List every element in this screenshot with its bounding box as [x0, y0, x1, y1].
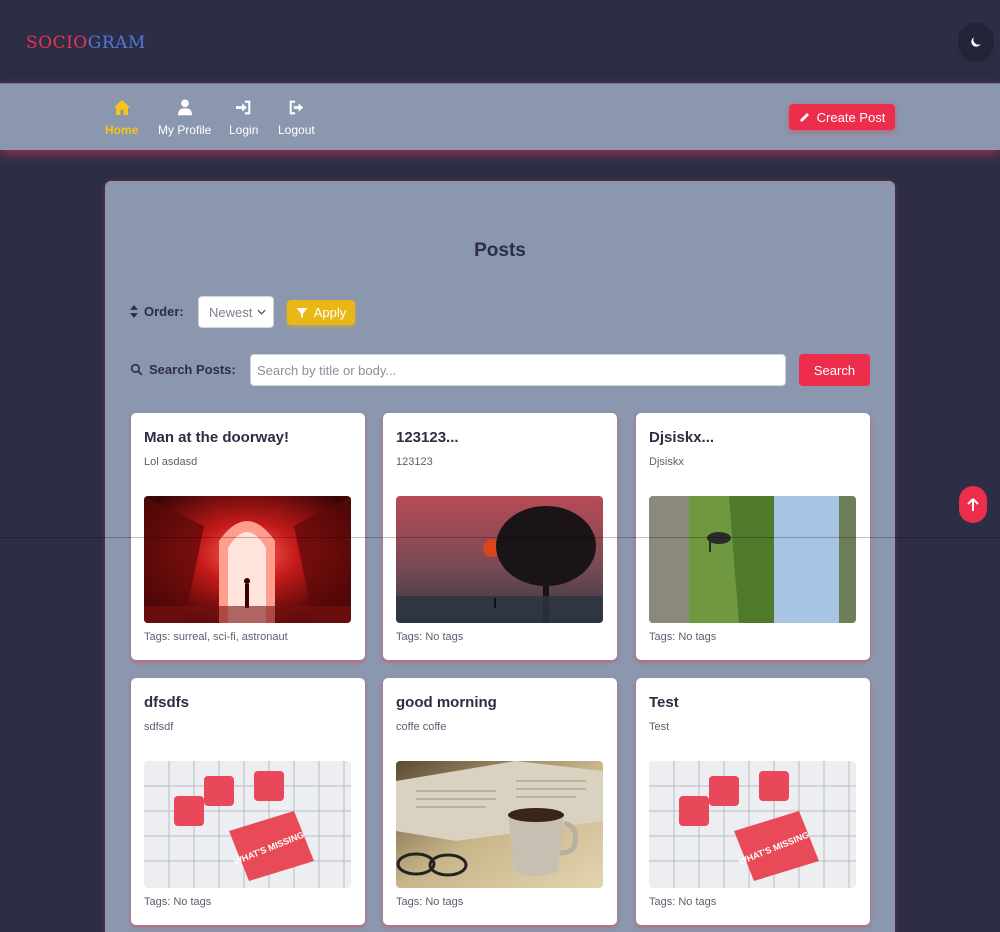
post-body: Test: [649, 721, 670, 733]
post-image[interactable]: [396, 761, 603, 888]
post-card[interactable]: dfsdfs sdfsdf WHAT'S MISSING Tags: No ta…: [131, 678, 365, 925]
nav-bar: Home My Profile Login Logout Create Post: [0, 83, 1000, 150]
nav-label-home: Home: [105, 123, 139, 137]
logo-part-1: SOCIO: [26, 33, 88, 53]
post-image[interactable]: WHAT'S MISSING: [144, 761, 351, 888]
nav-item-home[interactable]: Home: [105, 97, 138, 137]
post-image[interactable]: [144, 496, 351, 623]
order-select[interactable]: Newest: [198, 296, 274, 328]
nav-item-my-profile[interactable]: My Profile: [158, 97, 211, 137]
moon-icon: [971, 37, 981, 47]
create-post-label: Create Post: [816, 109, 886, 125]
post-body: Lol asdasd: [144, 456, 198, 468]
app-logo[interactable]: SOCIOGRAM: [26, 33, 146, 53]
post-title[interactable]: dfsdfs: [144, 694, 189, 711]
post-tags: Tags: surreal, sci-fi, astronaut: [144, 631, 288, 643]
apply-button[interactable]: Apply: [287, 300, 355, 325]
post-card[interactable]: good morning coffe coffe Tags: No tags: [383, 678, 617, 925]
post-title[interactable]: good morning: [396, 694, 497, 711]
posts-panel: Posts Order: Newest Apply Search Posts: …: [105, 181, 895, 932]
page-title: Posts: [474, 240, 526, 261]
logout-icon: [288, 97, 305, 117]
post-image[interactable]: [649, 496, 856, 623]
post-image[interactable]: WHAT'S MISSING: [649, 761, 856, 888]
login-icon: [235, 97, 252, 117]
search-button[interactable]: Search: [799, 354, 870, 386]
top-bar: SOCIOGRAM: [0, 0, 1000, 83]
search-label: Search Posts:: [130, 362, 236, 377]
post-title[interactable]: Man at the doorway!: [144, 429, 289, 446]
apply-label: Apply: [313, 305, 347, 320]
theme-toggle-button[interactable]: [958, 22, 994, 62]
search-icon: [130, 363, 143, 376]
search-label-text: Search Posts:: [149, 362, 236, 377]
filter-icon: [296, 307, 308, 318]
scroll-to-top-button[interactable]: [959, 486, 987, 523]
post-body: coffe coffe: [396, 721, 447, 733]
post-body: sdfsdf: [144, 721, 174, 733]
nav-label-logout: Logout: [278, 123, 315, 137]
pencil-icon: [800, 113, 809, 122]
sort-icon: [130, 305, 138, 318]
arrow-up-icon: [967, 497, 979, 511]
post-body: Djsiskx: [649, 456, 684, 468]
post-card[interactable]: Test Test WHAT'S MISSING Tags: No tags: [636, 678, 870, 925]
nav-item-logout[interactable]: Logout: [278, 97, 315, 137]
order-select-value: Newest: [209, 304, 253, 320]
nav-label-login: Login: [229, 123, 259, 137]
post-tags: Tags: No tags: [396, 896, 464, 908]
user-icon: [177, 97, 192, 117]
post-tags: Tags: No tags: [649, 896, 717, 908]
nav-label-my-profile: My Profile: [158, 123, 212, 137]
post-tags: Tags: No tags: [649, 631, 717, 643]
post-image[interactable]: [396, 496, 603, 623]
logo-part-2: GRAM: [87, 33, 146, 53]
post-title[interactable]: 123123...: [396, 429, 459, 446]
order-label-text: Order:: [144, 304, 184, 319]
home-icon: [113, 97, 131, 117]
post-tags: Tags: No tags: [396, 631, 464, 643]
post-title[interactable]: Test: [649, 694, 679, 711]
order-label: Order:: [130, 304, 184, 319]
post-tags: Tags: No tags: [144, 896, 212, 908]
post-body: 123123: [396, 456, 433, 468]
create-post-button[interactable]: Create Post: [789, 104, 895, 130]
chevron-down-icon: [257, 309, 266, 315]
post-title[interactable]: Djsiskx...: [649, 429, 714, 446]
nav-item-login[interactable]: Login: [229, 97, 258, 137]
search-input[interactable]: [250, 354, 786, 386]
divider: [0, 537, 1000, 538]
